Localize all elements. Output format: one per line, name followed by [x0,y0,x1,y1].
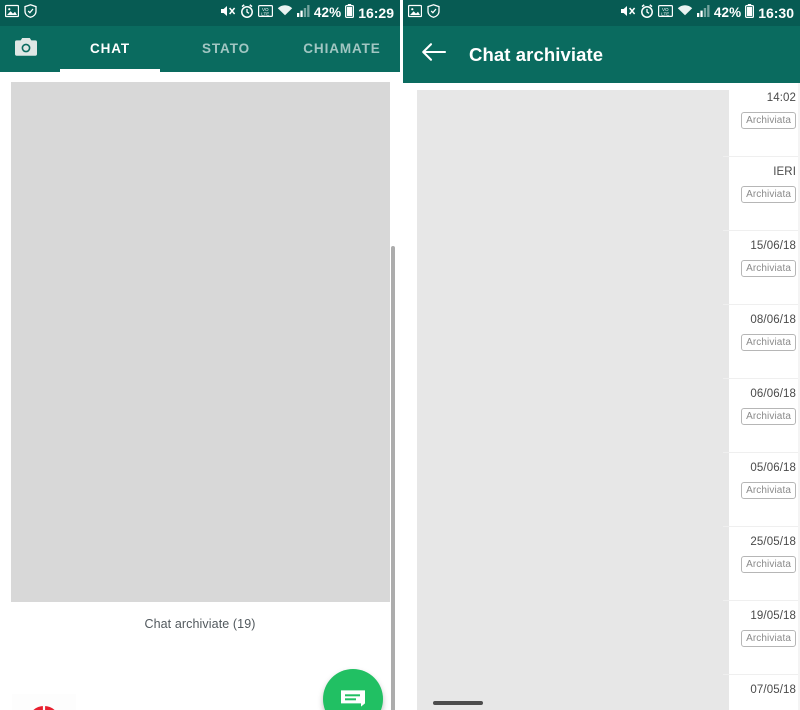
tab-stato[interactable]: STATO [168,26,284,72]
battery-percent-left: 42% [313,5,342,21]
new-chat-icon [341,690,365,707]
image-icon [4,4,20,23]
volte-icon: VO LTE [257,4,273,23]
left-scrollbar-track[interactable] [391,72,398,710]
right-panel-archived: VO LTE 42% 16:30 Chat archiviate 14:02 A… [403,0,800,710]
chat-list-placeholder [11,82,390,602]
table-row[interactable]: 06/06/18 Archiviata [723,379,800,453]
row-date: IERI [773,166,796,178]
status-bar-left: VO LTE 42% 16:29 [0,0,400,26]
table-row[interactable]: 05/06/18 Archiviata [723,453,800,527]
mute-icon [220,4,236,23]
status-badge: Archiviata [741,334,796,351]
wifi-icon [677,4,693,22]
table-row[interactable]: 19/05/18 Archiviata [723,601,800,675]
status-bar-right-icons-left-panel: VO LTE 42% 16:29 [220,3,394,23]
status-badge: Archiviata [741,482,796,499]
horizontal-scrollbar-thumb[interactable] [433,701,483,705]
battery-icon [745,3,755,23]
row-date: 19/05/18 [750,610,796,622]
image-icon [407,4,423,23]
left-scrollbar-thumb[interactable] [391,246,395,710]
row-date: 05/06/18 [750,462,796,474]
new-chat-fab[interactable] [323,669,383,710]
svg-text:LTE: LTE [661,11,669,16]
row-date: 06/06/18 [750,388,796,400]
wifi-icon [277,4,293,22]
table-row[interactable]: 08/06/18 Archiviata [723,305,800,379]
table-row[interactable]: 25/05/18 Archiviata [723,527,800,601]
table-row[interactable]: 15/06/18 Archiviata [723,231,800,305]
row-date: 25/05/18 [750,536,796,548]
camera-tab-button[interactable] [0,26,52,72]
app-screen: VO LTE 42% 16:29 CHAT STATO CHIAMATE Cha… [0,0,800,710]
status-bar-left-icons [4,3,37,23]
archived-chat-list-area: 14:02 Archiviata IERI Archiviata 15/06/1… [403,83,800,710]
battery-percent-right: 42% [713,5,742,21]
row-date: 08/06/18 [750,314,796,326]
status-badge: Archiviata [741,112,796,129]
avatar[interactable] [12,694,76,710]
back-button[interactable] [421,42,447,68]
status-bar-left-icons-right-panel [407,3,440,23]
row-date: 15/06/18 [750,240,796,252]
archived-meta-column: 14:02 Archiviata IERI Archiviata 15/06/1… [723,83,800,710]
row-date: 14:02 [766,92,796,104]
tab-bar: CHAT STATO CHIAMATE [52,26,400,72]
clock-left: 16:29 [358,5,394,21]
left-bottom-zone [0,639,400,710]
table-row[interactable]: 14:02 Archiviata [723,83,800,157]
table-row[interactable]: 07/05/18 [723,675,800,710]
status-bar-right: VO LTE 42% 16:30 [403,0,800,26]
volte-icon: VO LTE [657,4,673,23]
status-badge: Archiviata [741,186,796,203]
signal-bars-icon [696,4,710,22]
devil-mask-avatar-icon [33,706,55,710]
left-appbar: CHAT STATO CHIAMATE [0,26,400,72]
archived-list-placeholder [417,90,729,710]
table-row[interactable]: IERI Archiviata [723,157,800,231]
camera-icon [14,37,38,62]
alarm-icon [240,3,254,23]
horizontal-scrollbar-track[interactable] [417,701,729,708]
shield-icon [427,3,440,23]
mute-icon [620,4,636,23]
clock-right: 16:30 [758,5,794,21]
shield-icon [24,3,37,23]
status-badge: Archiviata [741,556,796,573]
svg-text:LTE: LTE [261,11,269,16]
signal-bars-icon [296,4,310,22]
status-badge: Archiviata [741,260,796,277]
left-chat-list-area: Chat archiviate (19) [0,72,400,710]
right-appbar: Chat archiviate [403,26,800,83]
tab-chiamate[interactable]: CHIAMATE [284,26,400,72]
row-date: 07/05/18 [750,684,796,696]
archived-chats-label: Chat archiviate (19) [144,617,256,631]
page-title: Chat archiviate [469,43,604,65]
status-badge: Archiviata [741,630,796,647]
tab-chat[interactable]: CHAT [52,26,168,72]
alarm-icon [640,3,654,23]
battery-icon [345,3,355,23]
back-arrow-icon [421,42,447,67]
status-bar-right-icons-right-panel: VO LTE 42% 16:30 [620,3,794,23]
archived-chats-row[interactable]: Chat archiviate (19) [0,609,400,639]
left-panel-chats: VO LTE 42% 16:29 CHAT STATO CHIAMATE Cha… [0,0,400,710]
status-badge: Archiviata [741,408,796,425]
